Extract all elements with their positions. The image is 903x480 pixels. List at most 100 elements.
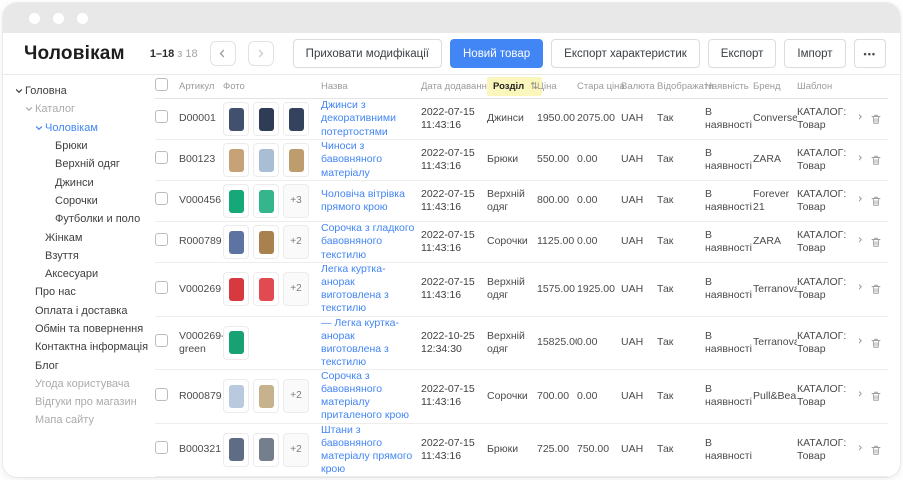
garment-image (229, 385, 244, 408)
chevron-down-icon[interactable] (25, 105, 35, 113)
product-photo[interactable] (223, 272, 249, 306)
import-button[interactable]: Імпорт (784, 39, 845, 68)
new-product-button[interactable]: Новий товар (450, 39, 543, 68)
sidebar-item-pants[interactable]: Брюки (3, 137, 155, 155)
availability-cell: В наявності (705, 106, 753, 132)
column-header-section[interactable]: Розділ⇅ (487, 77, 537, 97)
more-photos-badge[interactable]: +3 (283, 184, 309, 218)
edit-pencil-icon[interactable] (859, 337, 863, 349)
availability-cell: В наявності (705, 229, 753, 255)
next-page-button[interactable] (248, 41, 274, 66)
row-checkbox[interactable] (155, 388, 168, 401)
sidebar-item-shoes[interactable]: Взуття (3, 247, 155, 265)
edit-pencil-icon[interactable] (859, 195, 863, 207)
product-photo[interactable] (223, 102, 249, 136)
edit-pencil-icon[interactable] (859, 236, 863, 248)
export-characteristics-button[interactable]: Експорт характеристик (551, 39, 700, 68)
date-added-cell: 2022-07-15 11:43:16 (421, 188, 487, 214)
more-photos-badge[interactable]: +2 (283, 272, 309, 306)
delete-trash-icon[interactable] (870, 390, 882, 402)
product-photo[interactable] (253, 433, 279, 467)
export-button[interactable]: Експорт (708, 39, 777, 68)
more-photos-badge[interactable]: +2 (283, 433, 309, 467)
sidebar-item-store-reviews[interactable]: Відгуки про магазин (3, 393, 155, 411)
row-checkbox[interactable] (155, 233, 168, 246)
product-photo[interactable] (253, 184, 279, 218)
product-name-link[interactable]: Чоловіча вітрівка прямого крою (321, 188, 415, 214)
product-photo[interactable] (223, 433, 249, 467)
row-checkbox[interactable] (155, 334, 168, 347)
product-photo[interactable] (223, 225, 249, 259)
more-actions-button[interactable]: ••• (854, 39, 886, 68)
more-photos-badge[interactable]: +2 (283, 225, 309, 259)
old-price-cell: 0.00 (577, 336, 621, 349)
sidebar-item-tshirts-polo[interactable]: Футболки и поло (3, 210, 155, 228)
price-cell: 800.00 (537, 194, 577, 207)
product-name-link[interactable]: Легка куртка-анорак виготовлена з тексти… (321, 263, 415, 316)
sidebar-item-exchange-return[interactable]: Обмін та повернення (3, 320, 155, 338)
chevron-down-icon[interactable] (35, 124, 45, 132)
product-photo[interactable] (283, 143, 309, 177)
product-photo[interactable] (223, 143, 249, 177)
row-checkbox[interactable] (155, 192, 168, 205)
sidebar-item-home[interactable]: Головна (3, 82, 155, 100)
product-photo[interactable] (253, 102, 279, 136)
product-photo[interactable] (223, 184, 249, 218)
product-name-link[interactable]: Джинси з декоративними потертостями (321, 99, 415, 138)
more-photos-badge[interactable]: +2 (283, 379, 309, 413)
brand-cell: Terranova (753, 336, 797, 349)
sidebar-item-catalog[interactable]: Каталог (3, 100, 155, 118)
product-name-link[interactable]: — Легка куртка-анорак виготовлена з текс… (321, 317, 415, 370)
product-photo[interactable] (253, 143, 279, 177)
table-row: D00001Джинси з декоративними потертостям… (155, 99, 888, 140)
sidebar-item-sitemap[interactable]: Мапа сайту (3, 411, 155, 429)
product-photo[interactable] (223, 326, 249, 360)
sidebar-item-payment-delivery[interactable]: Оплата і доставка (3, 302, 155, 320)
product-photo[interactable] (253, 272, 279, 306)
name-cell: Сорочка з бавовняного матеріалу притален… (321, 370, 421, 423)
name-cell: Джинси з декоративними потертостями (321, 99, 421, 138)
select-all-checkbox[interactable] (155, 78, 168, 91)
garment-image (229, 231, 244, 254)
product-photo[interactable] (253, 379, 279, 413)
sidebar-item-men[interactable]: Чоловікам (3, 119, 155, 137)
edit-pencil-icon[interactable] (859, 444, 863, 456)
delete-trash-icon[interactable] (870, 195, 882, 207)
row-checkbox[interactable] (155, 151, 168, 164)
delete-trash-icon[interactable] (870, 283, 882, 295)
edit-pencil-icon[interactable] (859, 154, 863, 166)
product-name-link[interactable]: Чиноси з бавовняного матеріалу (321, 140, 415, 179)
product-photo[interactable] (283, 102, 309, 136)
sidebar-item-shirts[interactable]: Сорочки (3, 192, 155, 210)
section-cell: Джинси (487, 112, 537, 125)
sidebar-item-women[interactable]: Жінкам (3, 228, 155, 246)
hide-modifications-button[interactable]: Приховати модифікації (293, 39, 442, 68)
prev-page-button[interactable] (210, 41, 236, 66)
delete-trash-icon[interactable] (870, 236, 882, 248)
sidebar-item-about[interactable]: Про нас (3, 283, 155, 301)
edit-pencil-icon[interactable] (859, 390, 863, 402)
sidebar-item-user-agreement[interactable]: Угода користувача (3, 375, 155, 393)
old-price-cell: 0.00 (577, 194, 621, 207)
product-photo[interactable] (223, 379, 249, 413)
delete-trash-icon[interactable] (870, 113, 882, 125)
sidebar-item-jeans[interactable]: Джинси (3, 173, 155, 191)
row-checkbox[interactable] (155, 281, 168, 294)
product-name-link[interactable]: Сорочка з гладкого бавовняного текстилю (321, 222, 415, 261)
delete-trash-icon[interactable] (870, 444, 882, 456)
product-photo[interactable] (253, 225, 279, 259)
chevron-down-icon[interactable] (15, 87, 25, 95)
delete-trash-icon[interactable] (870, 337, 882, 349)
row-checkbox[interactable] (155, 441, 168, 454)
delete-trash-icon[interactable] (870, 154, 882, 166)
row-select-cell (155, 192, 179, 209)
sidebar-item-contacts[interactable]: Контактна інформація (3, 338, 155, 356)
row-checkbox[interactable] (155, 110, 168, 123)
sidebar-item-blog[interactable]: Блог (3, 356, 155, 374)
edit-pencil-icon[interactable] (859, 113, 863, 125)
product-name-link[interactable]: Сорочка з бавовняного матеріалу притален… (321, 370, 415, 423)
edit-pencil-icon[interactable] (859, 283, 863, 295)
product-name-link[interactable]: Штани з бавовняного матеріалу прямого кр… (321, 424, 415, 477)
sidebar-item-outerwear[interactable]: Верхній одяг (3, 155, 155, 173)
sidebar-item-accessories[interactable]: Аксесуари (3, 265, 155, 283)
